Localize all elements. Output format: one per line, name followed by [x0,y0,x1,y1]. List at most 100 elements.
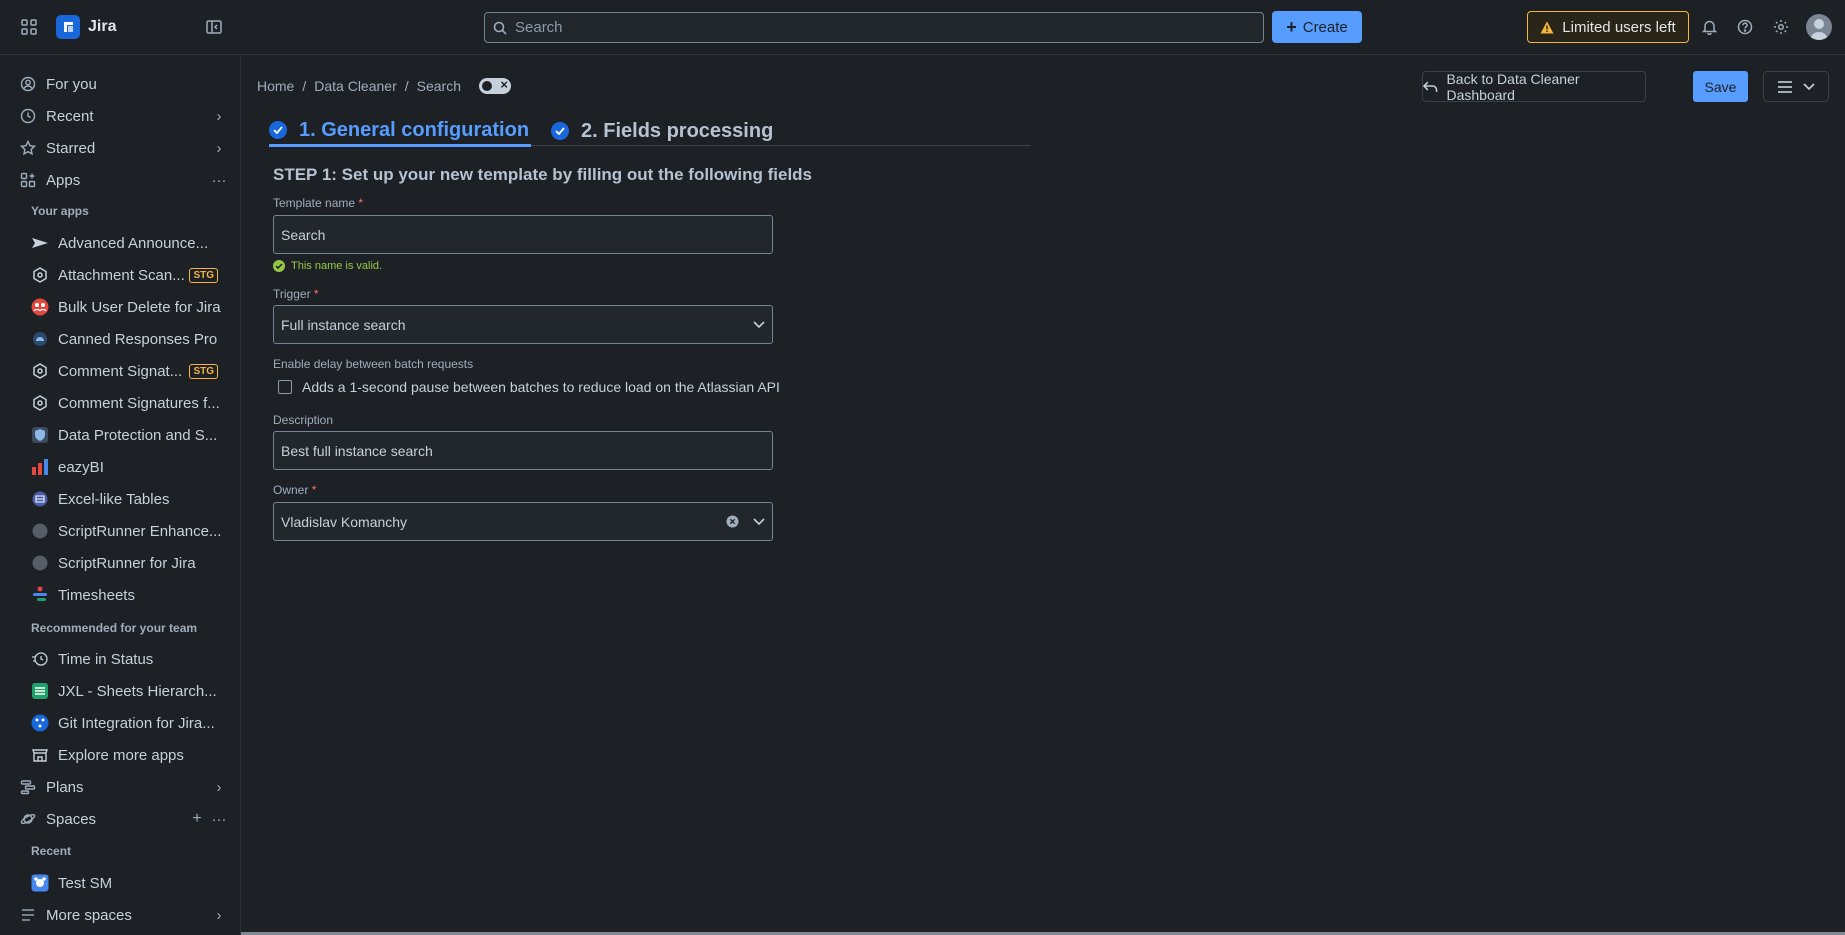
sidebar-app-excel-like-tables[interactable]: Excel-like Tables [12,485,230,513]
tab-label: 2. Fields processing [581,119,774,142]
sidebar-item-apps[interactable]: Apps ··· [12,166,230,194]
field-label-text: Owner [273,483,309,497]
sidebar-app-eazybi[interactable]: eazyBI [12,453,230,481]
more-actions-button[interactable] [1763,71,1829,102]
step-title: STEP 1: Set up your new template by fill… [273,165,813,184]
trigger-select[interactable]: Full instance search [273,305,773,344]
undo-icon [1423,81,1438,92]
sidebar-app-time-in-status[interactable]: Time in Status [12,645,230,673]
sidebar-item-label: JXL - Sheets Hierarch... [58,682,217,700]
sidebar-explore-more-apps[interactable]: Explore more apps [12,741,230,769]
sidebar-app-comment-signatures[interactable]: Comment Signatures f... [12,389,230,417]
plus-icon: + [1286,16,1297,37]
required-mark: * [311,483,317,497]
template-name-label: Template name * [273,196,363,210]
collapse-sidebar-icon[interactable] [203,16,225,38]
list-icon [18,905,38,925]
bar-chart-icon [30,457,50,477]
template-name-value: Search [281,226,326,243]
clear-icon[interactable] [726,515,739,528]
limited-users-button[interactable]: Limited users left [1527,11,1689,43]
settings-gear-icon[interactable] [1770,16,1792,38]
owner-select[interactable]: Vladislav Komanchy [273,502,773,541]
chevron-down-icon [1803,82,1815,90]
sidebar-item-label: Spaces [46,810,97,828]
star-icon [18,138,38,158]
add-space-icon[interactable]: + [186,810,208,828]
search-input[interactable]: Search [484,12,1264,43]
create-button[interactable]: + Create [1272,11,1362,43]
required-mark: * [313,287,319,301]
template-name-input[interactable]: Search [273,215,773,254]
user-avatar[interactable] [1806,14,1832,40]
trigger-label: Trigger * [273,287,319,301]
sidebar-item-label: Advanced Announce... [58,234,209,252]
save-button[interactable]: Save [1693,71,1748,102]
jira-logo-icon [56,15,80,39]
sidebar-app-canned-responses[interactable]: Canned Responses Pro [12,325,230,353]
wizard-tabs: 1. General configuration 2. Fields proce… [269,116,1031,147]
delay-checkbox[interactable] [278,380,292,394]
notifications-bell-icon[interactable] [1698,16,1720,38]
breadcrumb-separator: / [302,78,307,94]
validation-text: This name is valid. [291,260,383,272]
sidebar-item-label: Excel-like Tables [58,490,170,508]
sidebar-item-more-spaces[interactable]: More spaces › [12,901,230,929]
tab-fields-processing[interactable]: 2. Fields processing [551,116,773,146]
sidebar-app-attachment-scan[interactable]: Attachment Scan... STG [12,261,230,289]
breadcrumb: Home / Data Cleaner / Search [257,77,511,94]
check-circle-icon [551,122,569,140]
sidebar-app-comment-signatures-stg[interactable]: Comment Signat... STG [12,357,230,385]
breadcrumb-home[interactable]: Home [257,78,294,94]
sidebar-item-starred[interactable]: Starred › [12,134,230,162]
sidebar-app-data-protection[interactable]: Data Protection and S... [12,421,230,449]
hexagon-icon [30,361,50,381]
tab-general-configuration[interactable]: 1. General configuration [269,116,532,147]
description-input[interactable]: Best full instance search [273,431,773,470]
sidebar-app-jxl[interactable]: JXL - Sheets Hierarch... [12,677,230,705]
sidebar-app-advanced-announcement[interactable]: Advanced Announce... [12,229,230,257]
breadcrumb-data-cleaner[interactable]: Data Cleaner [314,78,397,94]
more-icon[interactable]: ··· [208,172,230,189]
app-switcher-icon[interactable] [18,16,40,38]
chevron-down-icon [753,320,765,328]
sidebar-item-label: Starred [46,139,96,157]
tab-label: 1. General configuration [299,118,530,141]
more-icon[interactable]: ··· [208,811,230,828]
sidebar-app-timesheets[interactable]: Timesheets [12,581,230,609]
sidebar-item-plans[interactable]: Plans › [12,773,230,801]
chevron-right-icon: › [216,139,222,157]
sidebar-item-label: ScriptRunner Enhance... [58,522,222,540]
sidebar-item-label: Recent [46,107,94,125]
back-button-label: Back to Data Cleaner Dashboard [1446,70,1580,103]
user-circle-icon [18,74,38,94]
clock-icon [18,106,38,126]
sidebar-app-bulk-user-delete[interactable]: Bulk User Delete for Jira [12,293,230,321]
hamburger-icon [1778,80,1792,93]
jira-logo[interactable]: Jira [56,15,116,39]
help-icon[interactable] [1734,16,1756,38]
sidebar-item-label: Bulk User Delete for Jira [58,298,221,316]
table-icon [30,489,50,509]
sidebar-app-git-integration[interactable]: Git Integration for Jira... [12,709,230,737]
hexagon-icon [30,265,50,285]
sidebar-item-for-you[interactable]: For you [12,70,230,98]
sidebar-item-label: Comment Signat... [58,362,183,380]
sidebar-item-recent[interactable]: Recent › [12,102,230,130]
back-to-dashboard-button[interactable]: Back to Data Cleaner Dashboard [1422,70,1646,103]
sidebar-app-scriptrunner-enhanced[interactable]: ScriptRunner Enhance... [12,517,230,545]
success-check-icon [273,260,285,272]
owner-label: Owner * [273,483,316,497]
delay-checkbox-row[interactable]: Adds a 1-second pause between batches to… [278,379,780,395]
search-placeholder: Search [515,19,563,36]
sidebar-item-label: Plans [46,778,84,796]
field-label-text: Template name [273,196,356,210]
sidebar-item-spaces[interactable]: Spaces + ··· [12,805,230,833]
toggle-switch[interactable] [479,77,511,94]
sidebar-item-label: Canned Responses Pro [58,330,218,348]
sidebar-space-test-sm[interactable]: Test SM [12,869,230,897]
search-icon [493,21,507,35]
planet-icon [18,809,38,829]
your-apps-heading: Your apps [31,204,89,218]
sidebar-app-scriptrunner[interactable]: ScriptRunner for Jira [12,549,230,577]
